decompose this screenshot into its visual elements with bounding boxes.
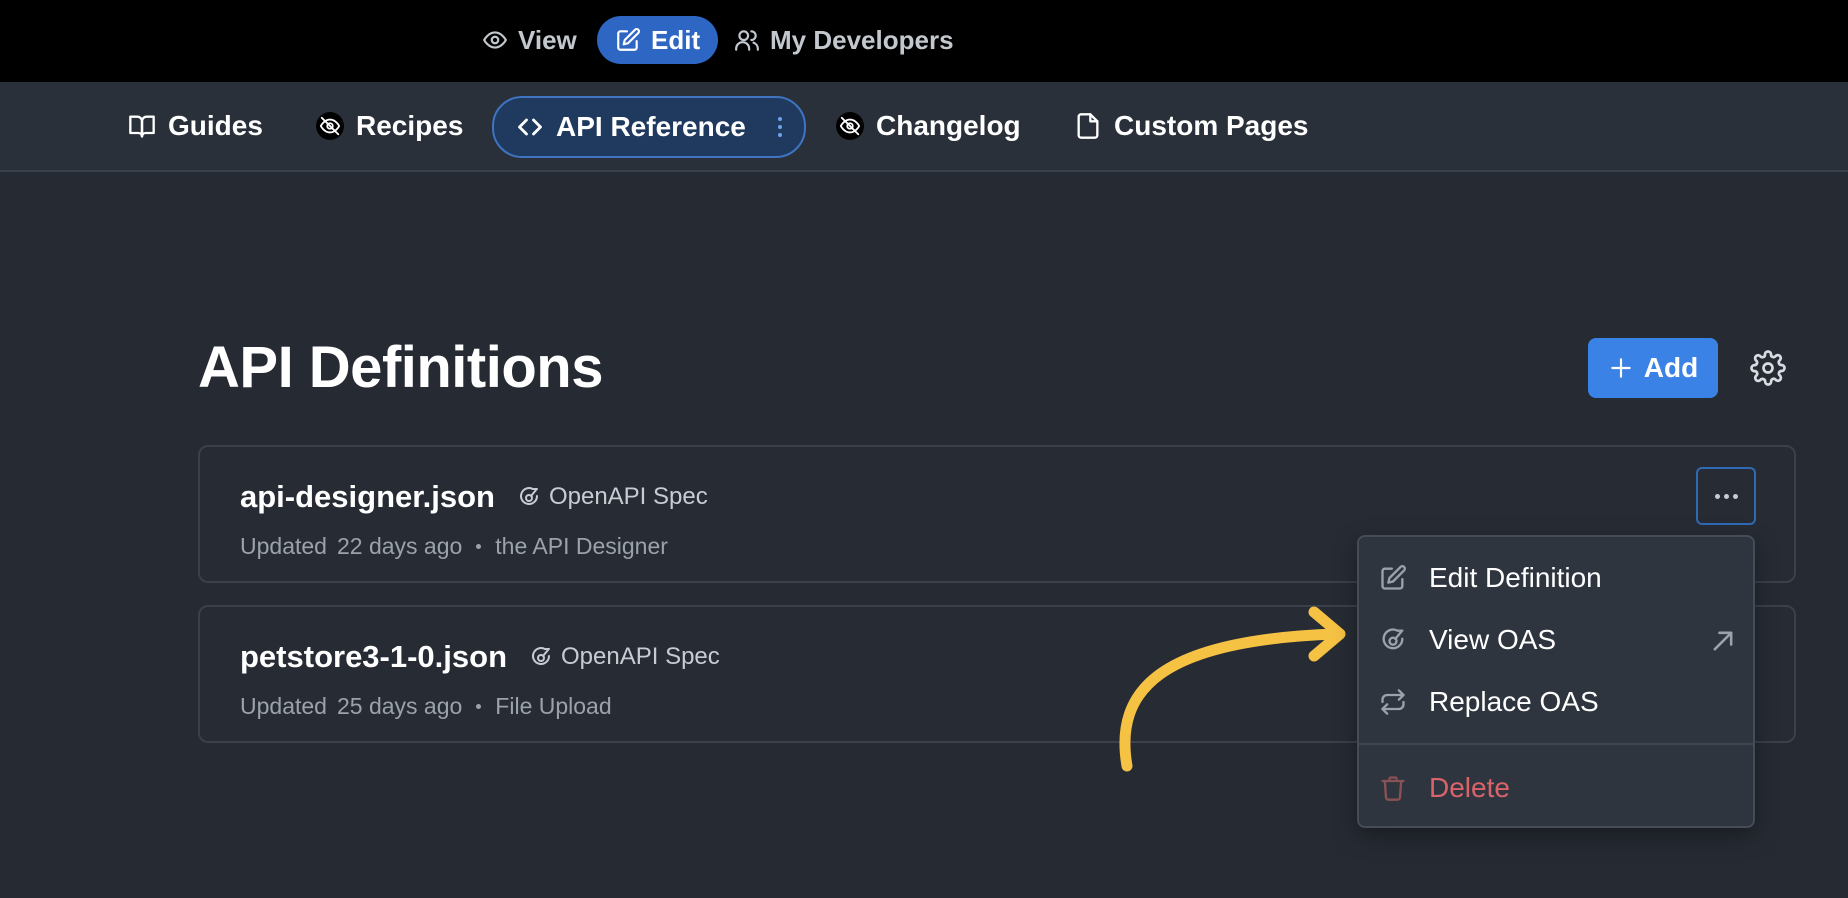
my-developers-button[interactable]: My Developers: [716, 16, 972, 64]
nav-api-reference-label: API Reference: [556, 111, 746, 142]
edit-icon: [615, 27, 641, 53]
eye-off-icon: [316, 112, 344, 140]
updated-ago: 22 days ago: [336, 533, 463, 559]
nav-custom-pages[interactable]: Custom Pages: [1074, 96, 1309, 156]
code-icon: [516, 113, 544, 141]
gear-icon[interactable]: [1750, 350, 1786, 386]
annotation-arrow: [1119, 606, 1346, 772]
spec-label: OpenAPI Spec: [561, 643, 720, 670]
edit-icon: [1379, 564, 1407, 592]
card-meta: Updated 22 days ago the API Designer: [240, 533, 668, 560]
add-button[interactable]: Add: [1588, 338, 1718, 398]
view-mode-button[interactable]: View: [464, 16, 595, 64]
menu-delete-label: Delete: [1429, 772, 1510, 803]
menu-edit-definition-label: Edit Definition: [1429, 562, 1602, 593]
definition-name: petstore3-1-0.json: [240, 639, 508, 674]
spec-badge: OpenAPI Spec: [529, 643, 720, 671]
separator-dot: [476, 704, 482, 709]
plus-icon: [1608, 355, 1634, 381]
definition-name: api-designer.json: [240, 479, 495, 514]
external-link-icon: [1709, 627, 1733, 651]
eye-icon: [482, 27, 508, 53]
more-options-button[interactable]: [1696, 467, 1756, 525]
menu-view-oas-label: View OAS: [1429, 624, 1557, 655]
spec-label: OpenAPI Spec: [548, 483, 708, 510]
file-icon: [1074, 112, 1102, 140]
trash-icon: [1379, 774, 1407, 802]
menu-replace-oas-label: Replace OAS: [1429, 686, 1599, 717]
openapi-icon: [1379, 626, 1407, 654]
card-meta: Updated 25 days ago File Upload: [240, 693, 612, 720]
separator-dot: [476, 544, 482, 549]
top-bar: View Edit My Developers: [0, 0, 1848, 82]
nav-guides[interactable]: Guides: [128, 96, 263, 156]
menu-view-oas[interactable]: View OAS: [1359, 611, 1753, 669]
nav-recipes-label: Recipes: [356, 110, 464, 141]
page-title: API Definitions: [198, 335, 603, 400]
more-vertical-icon[interactable]: [777, 117, 782, 137]
definition-options-menu: Edit Definition View OAS Replace OAS Del…: [1357, 535, 1755, 828]
section-nav: Guides Recipes API Reference Changelog C…: [0, 82, 1848, 172]
nav-custom-pages-label: Custom Pages: [1114, 110, 1309, 141]
eye-off-icon: [836, 112, 864, 140]
updated-ago: 25 days ago: [336, 693, 463, 719]
nav-guides-label: Guides: [168, 110, 263, 141]
updated-label: Updated: [240, 693, 327, 719]
openapi-icon: [517, 485, 541, 509]
spec-badge: OpenAPI Spec: [517, 483, 708, 511]
edit-mode-label: Edit: [651, 24, 701, 55]
my-developers-label: My Developers: [770, 24, 954, 55]
more-icon: [1714, 493, 1738, 499]
card-title-row: api-designer.json OpenAPI Spec: [240, 479, 708, 515]
book-icon: [128, 112, 156, 140]
openapi-icon: [529, 645, 553, 669]
menu-delete[interactable]: Delete: [1359, 759, 1753, 817]
nav-api-reference[interactable]: API Reference: [492, 96, 806, 158]
nav-recipes[interactable]: Recipes: [316, 96, 463, 156]
nav-changelog[interactable]: Changelog: [836, 96, 1021, 156]
definition-source: File Upload: [495, 693, 612, 719]
menu-divider: [1359, 743, 1753, 745]
definition-source: the API Designer: [495, 533, 668, 559]
add-button-label: Add: [1643, 352, 1699, 383]
users-icon: [734, 27, 760, 53]
menu-edit-definition[interactable]: Edit Definition: [1359, 549, 1753, 607]
swap-icon: [1379, 688, 1407, 716]
card-title-row: petstore3-1-0.json OpenAPI Spec: [240, 639, 720, 675]
view-mode-label: View: [518, 24, 577, 55]
edit-mode-button[interactable]: Edit: [597, 16, 719, 64]
menu-replace-oas[interactable]: Replace OAS: [1359, 673, 1753, 731]
updated-label: Updated: [240, 533, 327, 559]
nav-changelog-label: Changelog: [876, 110, 1021, 141]
